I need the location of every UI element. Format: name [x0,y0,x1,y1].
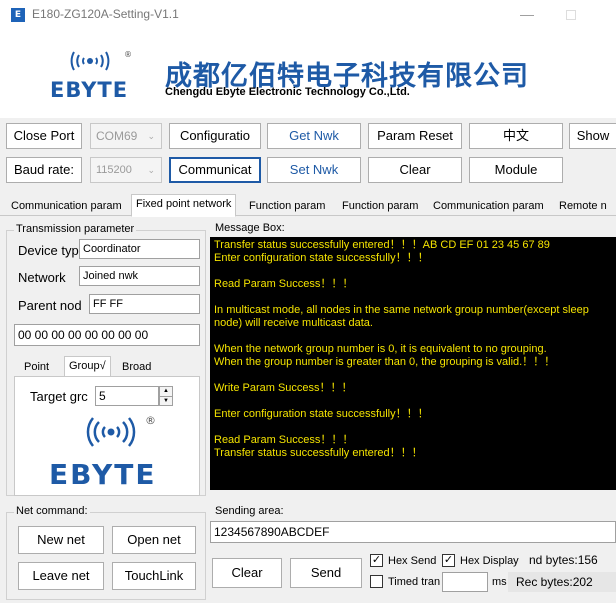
tab-function-param[interactable]: Function param [244,196,330,216]
net-command-title: Net command: [14,505,90,517]
language-button[interactable]: 中文 [469,123,563,149]
communication-button[interactable]: Communicat [169,157,261,183]
chevron-down-icon: ⌄ [147,165,155,175]
registered-mark: ® [124,50,132,59]
timed-unit-label: ms [492,576,507,588]
chevron-down-icon: ⌄ [147,131,155,141]
touchlink-button[interactable]: TouchLink [112,562,196,590]
tab-bar: Communication param Fixed point network … [0,194,616,217]
send-button[interactable]: Send [290,558,362,588]
parent-node-label: Parent nod [18,298,82,313]
tab-fixed-point-network[interactable]: Fixed point network [131,194,237,217]
tab-function-param-2[interactable]: Function param [337,196,423,216]
message-box-title: Message Box: [213,222,287,234]
timed-transmission-label: Timed tran [388,576,441,588]
message-line [214,291,612,304]
network-label: Network [18,270,66,285]
get-nwk-button[interactable]: Get Nwk [267,123,361,149]
message-console: Transfer status successfully entered！！！A… [210,237,616,490]
hex-send-label: Hex Send [388,555,437,567]
close-port-button[interactable]: Close Port [6,123,82,149]
window-title: E180-ZG120A-Setting-V1.1 [32,7,179,21]
device-type-label: Device typ [18,243,79,258]
message-line: In multicast mode, all nodes in the same… [214,304,589,316]
maximize-button[interactable] [566,10,576,20]
tab-communication-param-2[interactable]: Communication param [428,196,549,216]
target-group-input[interactable]: 5 [95,386,159,406]
module-button[interactable]: Module [469,157,563,183]
transmission-parameter-title: Transmission parameter [14,223,137,235]
title-bar: E E180-ZG120A-Setting-V1.1 — [0,0,616,30]
message-line: Enter configuration state successfully！！… [214,252,429,264]
subtab-point[interactable]: Point [20,358,53,376]
target-group-stepper[interactable]: ▲ ▼ [159,386,173,406]
message-line: When the group number is greater than 0,… [214,356,556,368]
message-line: node) will receive multicast data. [214,317,373,329]
stepper-down-icon[interactable]: ▼ [160,396,172,405]
baud-rate-value: 115200 [96,164,132,176]
message-line: Enter configuration state successfully！！… [214,408,429,420]
message-line: Read Param Success！！！ [214,278,354,290]
open-net-button[interactable]: Open net [112,526,196,554]
hex-display-checkbox[interactable]: ✓ [442,554,455,567]
ebyte-logo-large: EBYTE [49,458,157,491]
message-line: Transfer status successfully entered！！！ [214,447,423,459]
wifi-logo-icon: ® [86,414,156,447]
tab-communication-param[interactable]: Communication param [6,196,127,216]
configuration-button[interactable]: Configuratio [169,123,261,149]
leave-net-button[interactable]: Leave net [18,562,104,590]
new-net-button[interactable]: New net [18,526,104,554]
port-select[interactable]: COM69 ⌄ [90,123,162,149]
port-value: COM69 [96,129,138,143]
message-line [214,265,612,278]
send-clear-button[interactable]: Clear [212,558,282,588]
company-name-en: Chengdu Ebyte Electronic Technology Co.,… [165,86,410,98]
sending-input[interactable]: 1234567890ABCDEF [210,521,616,543]
app-icon: E [11,8,25,22]
message-line: Write Param Success！！！ [214,382,353,394]
param-reset-button[interactable]: Param Reset [368,123,462,149]
set-nwk-button[interactable]: Set Nwk [267,157,361,183]
ebyte-logo-text: EBYTE [50,78,129,102]
timed-transmission-checkbox[interactable] [370,575,383,588]
message-line: When the network group number is 0, it i… [214,343,547,355]
minimize-button[interactable]: — [512,3,542,25]
wifi-logo-icon: ® [70,50,132,71]
network-field[interactable]: Joined nwk [79,266,200,286]
device-type-field[interactable]: Coordinator [79,239,200,259]
rec-bytes-counter: Rec bytes:202 [508,572,616,592]
show-button[interactable]: Show [569,123,616,149]
clear-button[interactable]: Clear [368,157,462,183]
send-bytes-counter: nd bytes:156 [529,553,598,567]
message-line: Transfer status successfully entered！！！A… [214,239,550,251]
baud-rate-select[interactable]: 115200 ⌄ [90,157,162,183]
timed-interval-input[interactable] [442,572,488,592]
tab-remote[interactable]: Remote n [554,196,616,216]
parent-node-field[interactable]: FF FF [89,294,200,314]
message-line [214,395,612,408]
target-group-label: Target grc [30,389,88,404]
registered-mark: ® [145,414,156,427]
address-field[interactable]: 00 00 00 00 00 00 00 00 [14,324,200,346]
subtab-broad[interactable]: Broad [118,358,155,376]
hex-display-label: Hex Display [460,555,519,567]
hex-send-checkbox[interactable]: ✓ [370,554,383,567]
message-line [214,421,612,434]
sending-area-title: Sending area: [213,505,286,517]
message-line [214,369,612,382]
subtab-group[interactable]: Group√ [64,356,111,376]
stepper-up-icon[interactable]: ▲ [160,387,172,396]
message-line: Read Param Success！！！ [214,434,354,446]
baud-rate-label: Baud rate: [6,157,82,183]
message-line [214,330,612,343]
